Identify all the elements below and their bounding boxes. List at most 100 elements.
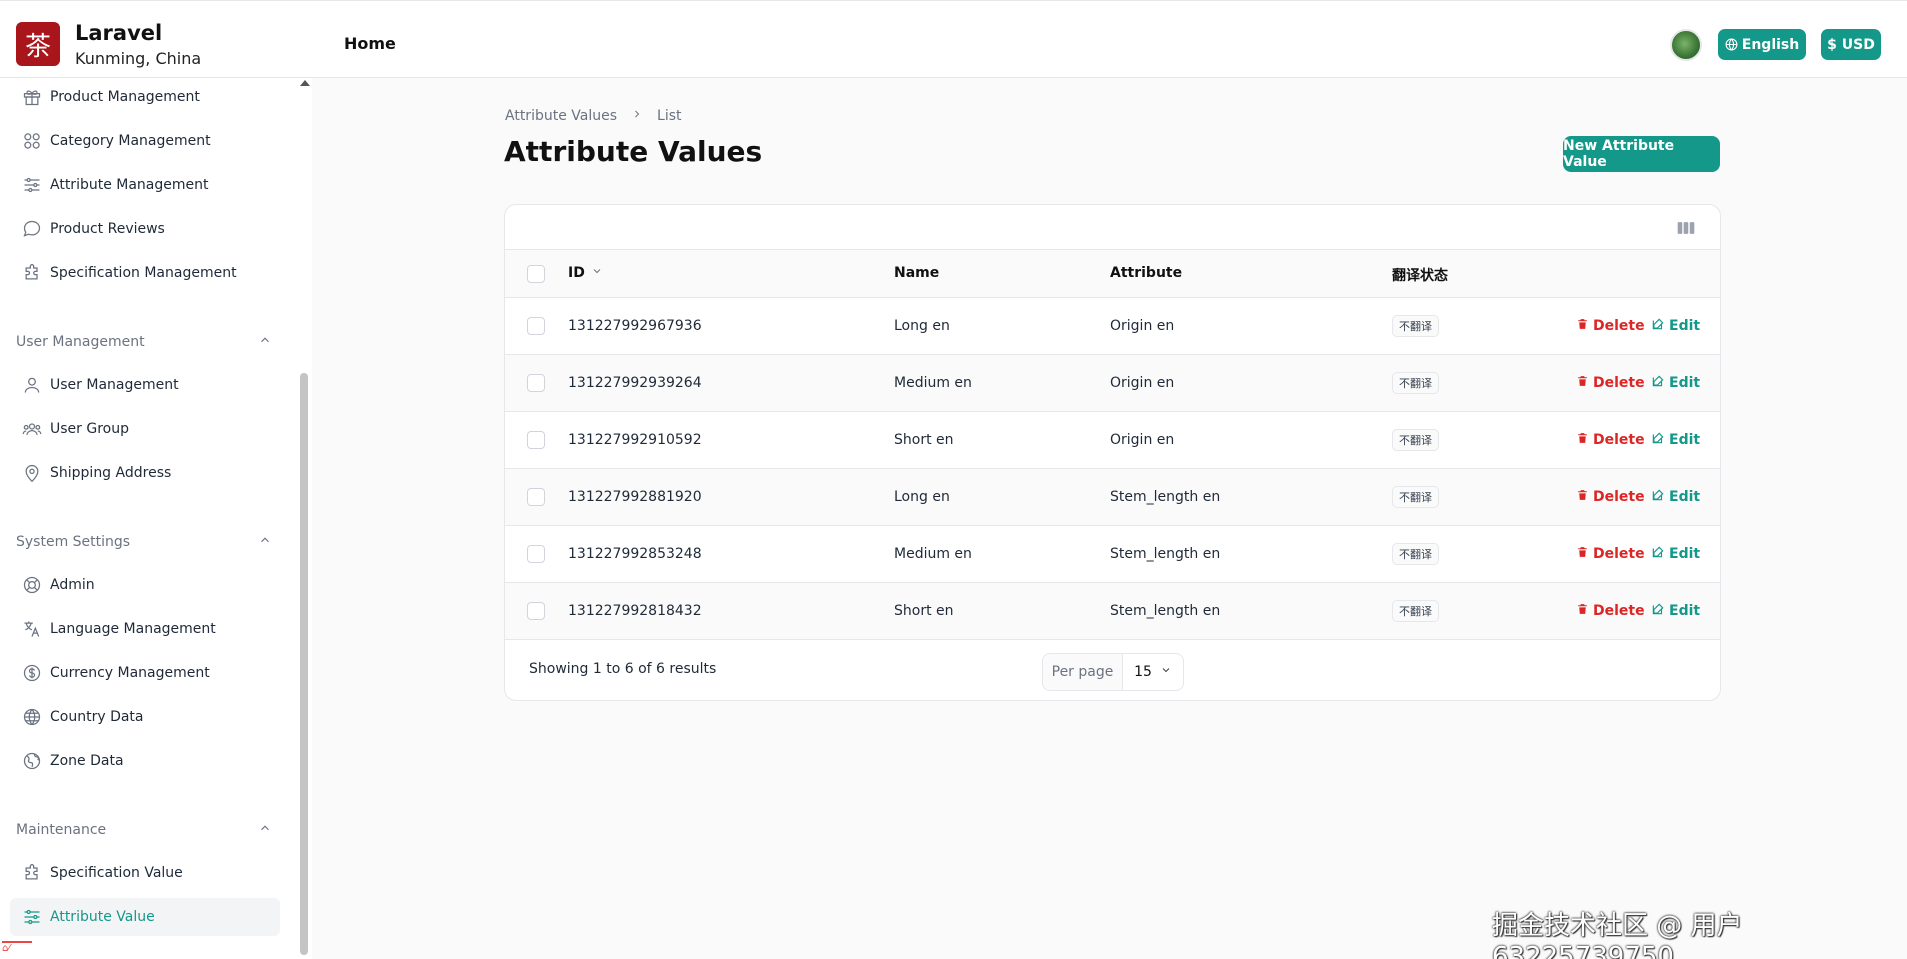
puzzle-icon bbox=[14, 263, 50, 283]
puzzle-icon bbox=[14, 863, 50, 883]
pencil-square-icon bbox=[1651, 431, 1665, 449]
row-checkbox[interactable] bbox=[527, 431, 545, 449]
column-header-translation-status: 翻译状态 bbox=[1392, 268, 1448, 284]
sidebar-item-label: Country Data bbox=[50, 709, 144, 725]
per-page-value: 15 bbox=[1134, 664, 1152, 680]
status-badge: 不翻译 bbox=[1392, 429, 1439, 451]
table-row: 131227992818432 Short en Stem_length en … bbox=[505, 583, 1720, 640]
sidebar-item-user-management[interactable]: User Management bbox=[10, 366, 280, 404]
edit-label: Edit bbox=[1669, 546, 1701, 562]
pencil-square-icon bbox=[1651, 545, 1665, 563]
sidebar-item-attribute-management[interactable]: Attribute Management bbox=[10, 166, 280, 204]
sidebar-item-currency-management[interactable]: Currency Management bbox=[10, 654, 280, 692]
user-avatar[interactable] bbox=[1670, 29, 1702, 61]
delete-button[interactable]: Delete bbox=[1576, 374, 1645, 392]
row-checkbox[interactable] bbox=[527, 545, 545, 563]
trash-icon bbox=[1576, 602, 1589, 620]
per-page-value-wrap[interactable]: 15 bbox=[1123, 664, 1183, 680]
sidebar-item-label: Attribute Management bbox=[50, 177, 209, 193]
dollar-circle-icon bbox=[14, 663, 50, 683]
chevron-up-icon bbox=[258, 821, 272, 839]
delete-button[interactable]: Delete bbox=[1576, 545, 1645, 563]
sidebar-group-user-management[interactable]: User Management bbox=[16, 333, 272, 351]
delete-button[interactable]: Delete bbox=[1576, 317, 1645, 335]
row-checkbox[interactable] bbox=[527, 602, 545, 620]
delete-button[interactable]: Delete bbox=[1576, 431, 1645, 449]
sidebar-item-admin[interactable]: Admin bbox=[10, 566, 280, 604]
row-checkbox[interactable] bbox=[527, 488, 545, 506]
edit-label: Edit bbox=[1669, 489, 1701, 505]
delete-label: Delete bbox=[1593, 603, 1645, 619]
translate-icon bbox=[14, 619, 50, 639]
cell-attribute: Origin en bbox=[1110, 375, 1175, 391]
cell-name: Long en bbox=[894, 489, 950, 505]
column-header-label: ID bbox=[568, 265, 585, 281]
edit-button[interactable]: Edit bbox=[1651, 374, 1700, 392]
cell-id: 131227992939264 bbox=[568, 375, 702, 391]
edit-button[interactable]: Edit bbox=[1651, 317, 1700, 335]
sidebar-item-country-data[interactable]: Country Data bbox=[10, 698, 280, 736]
edit-button[interactable]: Edit bbox=[1651, 431, 1700, 449]
delete-button[interactable]: Delete bbox=[1576, 602, 1645, 620]
cell-attribute: Stem_length en bbox=[1110, 603, 1221, 619]
sidebar-group-maintenance[interactable]: Maintenance bbox=[16, 821, 272, 839]
cell-name: Short en bbox=[894, 432, 954, 448]
sidebar-item-language-management[interactable]: Language Management bbox=[10, 610, 280, 648]
sidebar-scrollbar-thumb[interactable] bbox=[300, 373, 308, 955]
table-row: 131227992881920 Long en Stem_length en 不… bbox=[505, 469, 1720, 526]
select-all-checkbox[interactable] bbox=[527, 265, 545, 283]
sidebar-item-zone-data[interactable]: Zone Data bbox=[10, 742, 280, 780]
sidebar-item-specification-management[interactable]: Specification Management bbox=[10, 254, 280, 292]
delete-label: Delete bbox=[1593, 432, 1645, 448]
delete-button[interactable]: Delete bbox=[1576, 488, 1645, 506]
cell-name: Long en bbox=[894, 318, 950, 334]
per-page-select[interactable]: Per page 15 bbox=[1042, 653, 1184, 691]
delete-label: Delete bbox=[1593, 489, 1645, 505]
currency-switcher-button[interactable]: $ USD bbox=[1821, 29, 1881, 60]
breadcrumb: Attribute Values List bbox=[505, 108, 682, 124]
column-header-id[interactable]: ID bbox=[568, 265, 603, 281]
sidebar-item-label: Specification Value bbox=[50, 865, 183, 881]
sidebar: Product Management Category Management A… bbox=[0, 78, 312, 959]
edit-button[interactable]: Edit bbox=[1651, 488, 1700, 506]
sidebar-item-user-group[interactable]: User Group bbox=[10, 410, 280, 448]
status-badge: 不翻译 bbox=[1392, 372, 1439, 394]
sidebar-group-system-settings[interactable]: System Settings bbox=[16, 533, 272, 551]
user-icon bbox=[14, 375, 50, 395]
watermark-text: 掘金技术社区 @ 用户63225739750 bbox=[1492, 911, 1743, 959]
breadcrumb-parent-link[interactable]: Attribute Values bbox=[505, 108, 617, 124]
edit-button[interactable]: Edit bbox=[1651, 602, 1700, 620]
sidebar-item-specification-value[interactable]: Specification Value bbox=[10, 854, 280, 892]
column-toggle-icon[interactable] bbox=[1676, 219, 1696, 241]
chevron-down-icon bbox=[591, 265, 603, 281]
sidebar-item-label: Admin bbox=[50, 577, 95, 593]
pencil-square-icon bbox=[1651, 488, 1665, 506]
cell-attribute: Stem_length en bbox=[1110, 546, 1221, 562]
language-switcher-button[interactable]: English bbox=[1718, 29, 1806, 60]
cell-attribute: Origin en bbox=[1110, 318, 1175, 334]
sidebar-item-attribute-value[interactable]: Attribute Value bbox=[10, 898, 280, 936]
new-attribute-value-button[interactable]: New Attribute Value bbox=[1563, 136, 1720, 172]
laravel-debug-icon[interactable]: ⌂⁄ bbox=[2, 941, 32, 957]
edit-button[interactable]: Edit bbox=[1651, 545, 1700, 563]
sidebar-item-shipping-address[interactable]: Shipping Address bbox=[10, 454, 280, 492]
sidebar-item-product-management[interactable]: Product Management bbox=[10, 78, 280, 116]
sidebar-scroll-up-arrow[interactable] bbox=[300, 80, 310, 86]
row-checkbox[interactable] bbox=[527, 317, 545, 335]
nav-home-link[interactable]: Home bbox=[344, 34, 396, 53]
map-pin-icon bbox=[14, 463, 50, 483]
column-header-attribute: Attribute bbox=[1110, 265, 1183, 281]
cell-attribute: Origin en bbox=[1110, 432, 1175, 448]
sidebar-item-label: Product Management bbox=[50, 89, 200, 105]
sidebar-group-label: Maintenance bbox=[16, 822, 107, 838]
sidebar-item-category-management[interactable]: Category Management bbox=[10, 122, 280, 160]
sidebar-item-label: User Management bbox=[50, 377, 179, 393]
top-bar: 茶 Laravel Kunming, China Home English $ … bbox=[0, 0, 1907, 78]
sliders-icon bbox=[14, 907, 50, 927]
row-checkbox[interactable] bbox=[527, 374, 545, 392]
sidebar-group-label: System Settings bbox=[16, 534, 131, 550]
trash-icon bbox=[1576, 488, 1589, 506]
sidebar-item-label: Attribute Value bbox=[50, 909, 155, 925]
brand-logo[interactable]: 茶 bbox=[16, 22, 60, 66]
sidebar-item-product-reviews[interactable]: Product Reviews bbox=[10, 210, 280, 248]
